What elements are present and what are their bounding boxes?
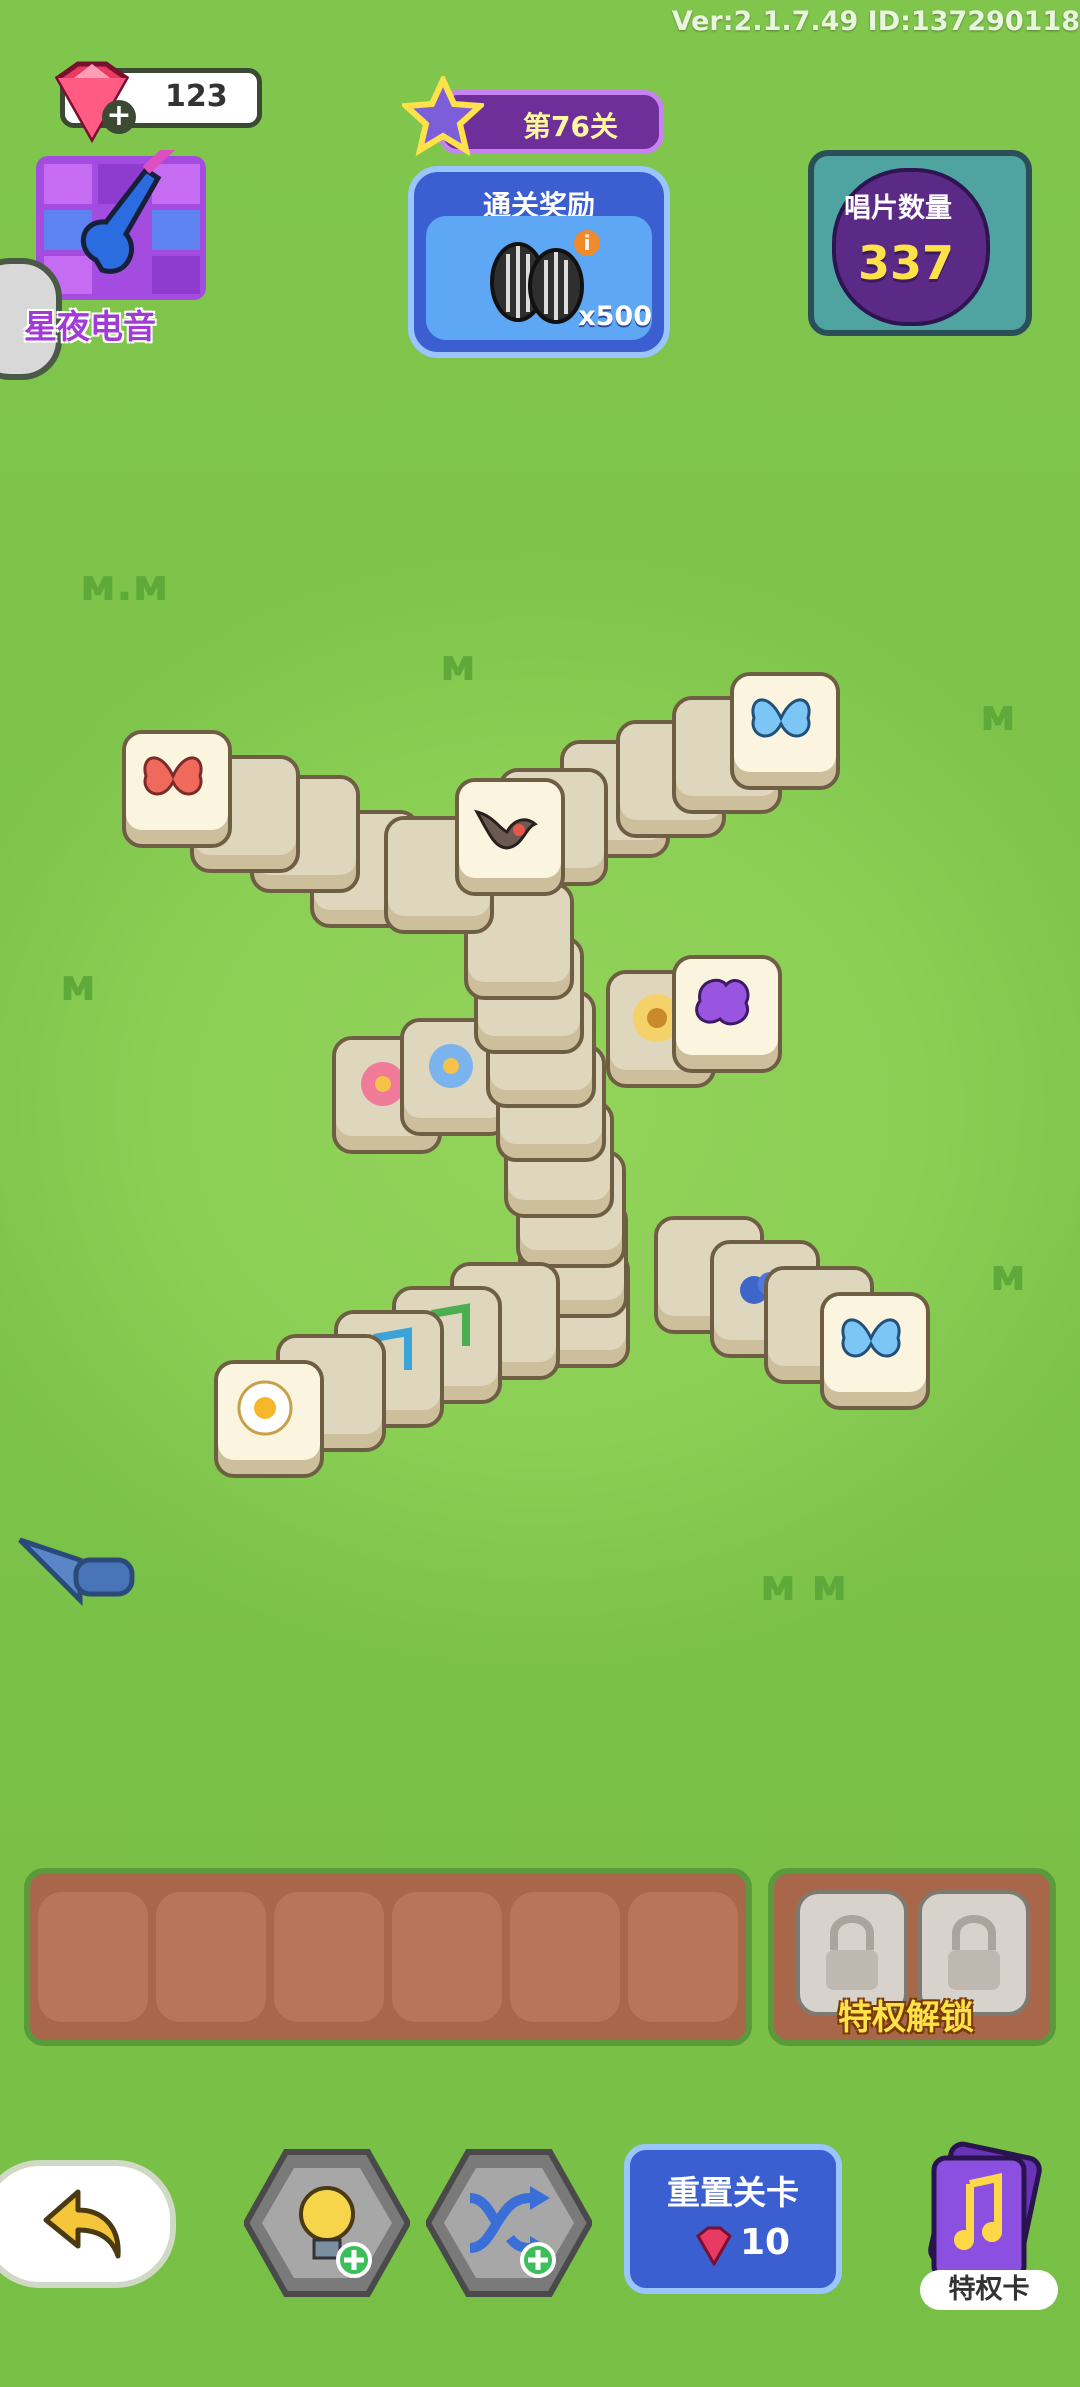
sunflower-icon: [237, 1380, 293, 1436]
shuffle-button[interactable]: [426, 2148, 592, 2298]
tray-slot: [156, 1892, 266, 2022]
undo-button[interactable]: [0, 2160, 176, 2288]
butterfly-icon: [751, 698, 811, 738]
tile[interactable]: [214, 1360, 324, 1478]
tile[interactable]: [122, 730, 232, 848]
bird-icon: [474, 809, 538, 850]
tile[interactable]: [455, 778, 565, 896]
grass-tuft: ᴍ: [440, 640, 476, 691]
butterfly-icon: [143, 756, 203, 796]
flower-icon: [695, 978, 750, 1026]
reset-title: 重置关卡: [667, 2173, 799, 2212]
loudspeaker-icon: [18, 1537, 135, 1607]
level-reward-panel[interactable]: 通关奖励 i x500: [408, 166, 670, 358]
level-text: 第76关: [523, 110, 618, 143]
reward-amount: x500: [578, 301, 652, 332]
tray-slot: [628, 1892, 738, 2022]
record-title: 唱片数量: [844, 193, 952, 224]
tray-slot: [510, 1892, 620, 2022]
grass-tuft: ᴍ: [60, 960, 96, 1011]
reset-cost: 10: [740, 2222, 791, 2263]
undo-arrow-icon: [43, 2189, 121, 2259]
tray-slot: [38, 1892, 148, 2022]
reset-level-button[interactable]: 重置关卡 10: [624, 2144, 842, 2294]
tray-slot: [274, 1892, 384, 2022]
tray-slot: [392, 1892, 502, 2022]
tile[interactable]: [672, 955, 782, 1073]
ruby-icon: [696, 2226, 732, 2266]
theme-label: 星夜电音: [24, 307, 156, 346]
grass-tuft: ᴍ: [980, 690, 1016, 741]
info-icon[interactable]: i: [574, 230, 600, 256]
tile[interactable]: [730, 672, 840, 790]
grass-tuft: ᴍ: [990, 1250, 1026, 1301]
tile-tray: [24, 1868, 752, 2046]
hint-button[interactable]: [244, 2148, 410, 2298]
record-count: 337: [858, 236, 955, 290]
privilege-card-label: 特权卡: [920, 2270, 1058, 2310]
record-count-panel: 唱片数量 337: [808, 150, 1032, 336]
grass-tuft: ᴍ ᴍ: [760, 1560, 848, 1611]
gem-count: 123: [165, 79, 228, 114]
privilege-unlock-label: 特权解锁: [838, 1998, 974, 2038]
grass-tuft: ᴍ.ᴍ: [80, 560, 169, 611]
butterfly-icon: [841, 1318, 901, 1358]
plus-icon[interactable]: +: [102, 100, 136, 134]
electric-guitar-icon[interactable]: [36, 150, 206, 300]
star-icon: [402, 76, 484, 156]
version-id-text: Ver:2.1.7.49 ID:137290118: [671, 6, 1080, 37]
tile[interactable]: [820, 1292, 930, 1410]
locked-slots-panel[interactable]: 特权解锁: [768, 1868, 1056, 2046]
